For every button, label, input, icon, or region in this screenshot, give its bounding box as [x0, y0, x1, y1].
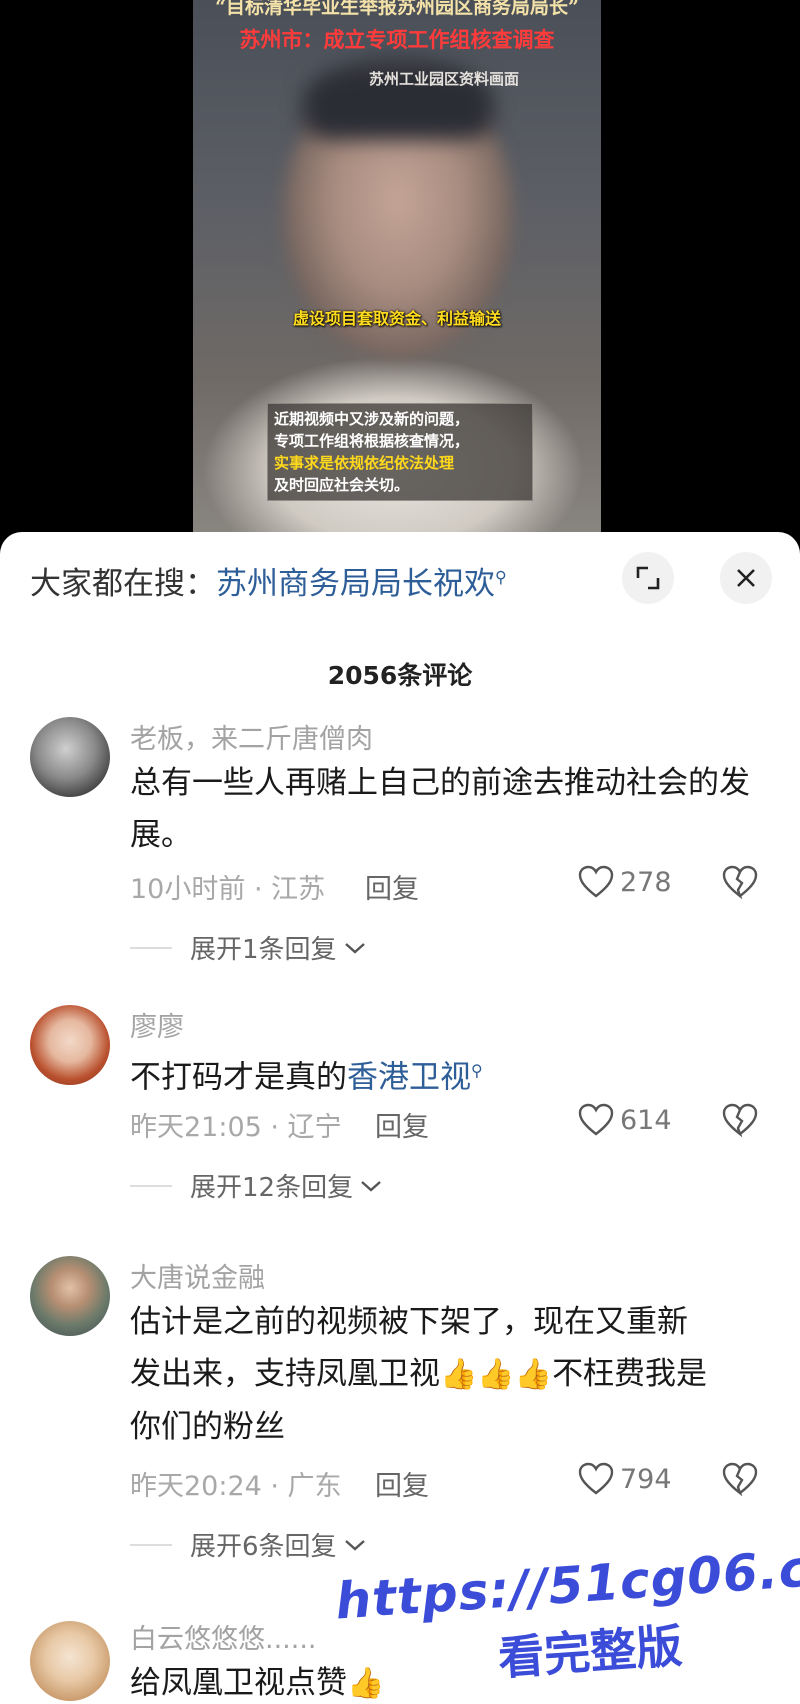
comment-text-line: 估计是之前的视频被下架了，现在又重新: [130, 1304, 688, 1340]
comment-text: 总有一些人再赌上自己的前途去推动社会的发展。: [130, 765, 750, 853]
comment-sheet: 大家都在搜：苏州商务局局长祝欢⚲ 2056条评论 老板，来二斤唐僧肉 总有一些人…: [0, 532, 800, 1704]
thumbs-up-emoji: 👍: [347, 1666, 385, 1701]
video-title-line2: 苏州市：成立专项工作组核查调查: [239, 27, 555, 52]
like-button[interactable]: 794: [578, 1462, 672, 1496]
avatar[interactable]: [30, 1005, 110, 1085]
expand-replies[interactable]: 展开6条回复: [130, 1526, 367, 1563]
broken-heart-icon: [722, 1462, 758, 1497]
caption-line: 实事求是依规依纪依法处理: [274, 454, 455, 472]
comment-username[interactable]: 白云悠悠悠......: [130, 1617, 317, 1656]
caption-line: 及时回应社会关切。: [274, 476, 410, 494]
reply-button[interactable]: 回复: [375, 1464, 429, 1503]
comment-text-line: 你们的粉丝: [130, 1409, 285, 1445]
expand-replies-label: 展开12条回复: [190, 1173, 354, 1203]
comment-search-link[interactable]: 香港卫视: [347, 1059, 471, 1095]
reply-button[interactable]: 回复: [375, 1105, 429, 1144]
expand-replies-label: 展开6条回复: [190, 1532, 337, 1562]
trending-search: 大家都在搜：苏州商务局局长祝欢⚲: [30, 558, 507, 603]
watermark-subtitle: 看完整版: [496, 1618, 684, 1686]
comment-time-location: 昨天21:05 · 辽宁: [130, 1112, 342, 1143]
comment-username[interactable]: 大唐说金融: [130, 1256, 265, 1295]
video-player[interactable]: “目标清华毕业生举报苏州园区商务局局长” 苏州市：成立专项工作组核查调查 苏州工…: [0, 0, 800, 540]
comment-text: 不打码才是真的香港卫视⚲: [130, 1045, 770, 1103]
divider-line: [130, 1184, 172, 1187]
chevron-down-icon: [344, 942, 365, 954]
expand-replies[interactable]: 展开12条回复: [130, 1167, 383, 1204]
avatar[interactable]: [30, 717, 110, 797]
comment-username[interactable]: 老板，来二斤唐僧肉: [130, 717, 373, 756]
like-count: 794: [620, 1463, 672, 1495]
comment-username[interactable]: 廖廖: [130, 1005, 184, 1044]
caption-line: 专项工作组将根据核查情况，: [274, 432, 470, 450]
dislike-button[interactable]: [722, 1103, 758, 1141]
avatar[interactable]: [30, 1621, 110, 1701]
heart-icon: [578, 1462, 614, 1495]
chevron-down-icon: [344, 1539, 365, 1551]
close-button[interactable]: [720, 552, 772, 604]
video-frame: “目标清华毕业生举报苏州园区商务局局长” 苏州市：成立专项工作组核查调查 苏州工…: [193, 0, 601, 540]
reply-button[interactable]: 回复: [365, 867, 419, 906]
video-caption-box: 近期视频中又涉及新的问题， 专项工作组将根据核查情况， 实事求是依规依纪依法处理…: [267, 403, 533, 501]
broken-heart-icon: [722, 1103, 758, 1138]
comment-time-location: 10小时前 · 江苏: [130, 874, 326, 905]
search-icon: ⚲: [471, 1061, 483, 1080]
like-count: 614: [620, 1104, 672, 1136]
trending-search-prefix: 大家都在搜：: [30, 566, 216, 602]
like-count: 278: [620, 866, 672, 898]
divider-line: [130, 1543, 172, 1546]
expand-replies-label: 展开1条回复: [190, 935, 337, 965]
comment-text-part: 不枉费我是: [552, 1356, 708, 1392]
caption-line: 近期视频中又涉及新的问题，: [274, 410, 470, 428]
video-source-tag: 苏州工业园区资料画面: [369, 70, 520, 88]
like-button[interactable]: 278: [578, 865, 672, 899]
comment-text-plain: 给凤凰卫视点赞: [130, 1665, 347, 1701]
heart-icon: [578, 865, 614, 898]
video-caption-mid: 虚设项目套取资金、利益输送: [292, 309, 501, 328]
comment-time-location: 昨天20:24 · 广东: [130, 1471, 342, 1502]
comment-count: 2056条评论: [327, 661, 473, 690]
broken-heart-icon: [722, 865, 758, 900]
comment-text-line: 发出来，支持凤凰卫视👍👍👍不枉费我是: [130, 1348, 790, 1401]
close-icon: [737, 569, 755, 587]
like-button[interactable]: 614: [578, 1103, 672, 1137]
comment-text-plain: 不打码才是真的: [130, 1059, 347, 1096]
trending-search-link[interactable]: 苏州商务局局长祝欢: [216, 566, 495, 602]
chevron-down-icon: [361, 1180, 381, 1192]
video-title-line1: “目标清华毕业生举报苏州园区商务局局长”: [215, 0, 579, 18]
expand-replies[interactable]: 展开1条回复: [130, 929, 367, 966]
comment-text: 估计是之前的视频被下架了，现在又重新 发出来，支持凤凰卫视👍👍👍不枉费我是 你们…: [130, 1296, 790, 1453]
comment-text-part: 发出来，支持凤凰卫视: [130, 1356, 440, 1392]
expand-button[interactable]: [622, 552, 674, 604]
dislike-button[interactable]: [722, 1462, 758, 1500]
thumbs-up-emoji: 👍👍👍: [440, 1357, 553, 1392]
search-icon: ⚲: [495, 567, 507, 587]
expand-icon: [636, 566, 660, 590]
divider-line: [130, 946, 172, 949]
avatar[interactable]: [30, 1256, 110, 1336]
heart-icon: [578, 1103, 614, 1136]
dislike-button[interactable]: [722, 865, 758, 903]
